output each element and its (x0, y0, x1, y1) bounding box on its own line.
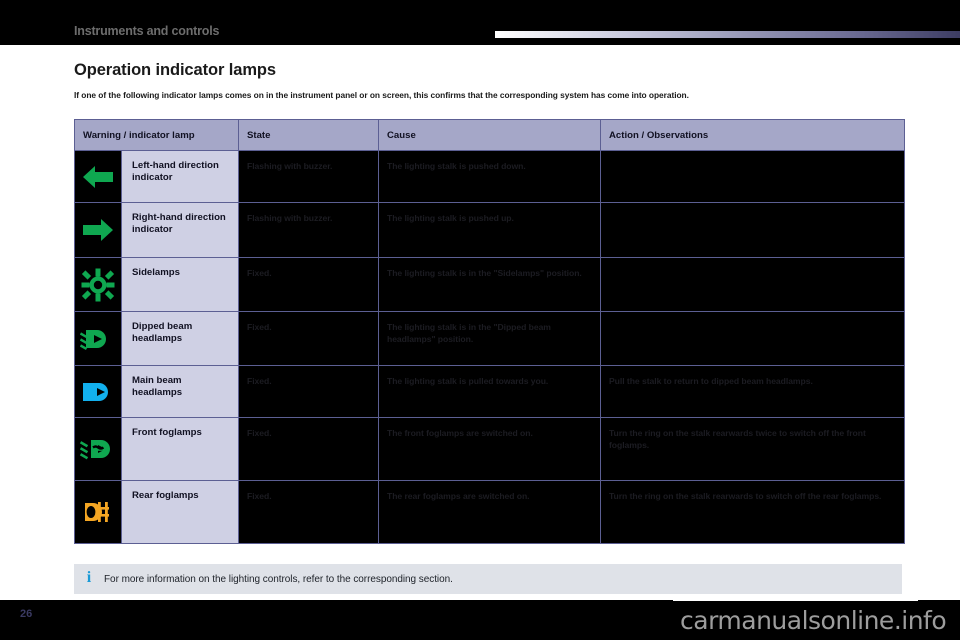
lamp-state: Fixed. (239, 418, 379, 481)
lamp-name: Left-hand direction indicator (122, 151, 239, 203)
lamp-action: Turn the ring on the stalk rearwards twi… (601, 418, 905, 481)
table-row: Main beam headlamps Fixed. The lighting … (75, 366, 905, 418)
lamp-name: Sidelamps (122, 258, 239, 312)
lamp-action (601, 312, 905, 366)
lamp-state: Flashing with buzzer. (239, 151, 379, 203)
table-row: Rear foglamps Fixed. The rear foglamps a… (75, 481, 905, 544)
lamp-state: Fixed. (239, 258, 379, 312)
lamp-cause: The rear foglamps are switched on. (379, 481, 601, 544)
indicator-lamps-table: Warning / indicator lamp State Cause Act… (74, 119, 905, 544)
manual-page: Instruments and controls Operation indic… (0, 0, 960, 640)
header-rule (495, 31, 960, 38)
lamp-name: Right-hand direction indicator (122, 203, 239, 258)
sidelamps-icon (75, 258, 122, 312)
lamp-action (601, 151, 905, 203)
page-subtitle: If one of the following indicator lamps … (74, 90, 904, 100)
lamp-state: Fixed. (239, 481, 379, 544)
lamp-cause: The front foglamps are switched on. (379, 418, 601, 481)
lamp-cause: The lighting stalk is pushed down. (379, 151, 601, 203)
column-header-action: Action / Observations (601, 120, 905, 151)
right-arrow-indicator-icon (75, 203, 122, 258)
column-header-cause: Cause (379, 120, 601, 151)
page-title: Operation indicator lamps (74, 61, 276, 80)
table-row: Left-hand direction indicator Flashing w… (75, 151, 905, 203)
page-number: 26 (20, 608, 32, 620)
left-arrow-indicator-icon (75, 151, 122, 203)
table-header-row: Warning / indicator lamp State Cause Act… (75, 120, 905, 151)
rear-foglamps-icon (75, 481, 122, 544)
table-row: Front foglamps Fixed. The front foglamps… (75, 418, 905, 481)
table-row: Dipped beam headlamps Fixed. The lightin… (75, 312, 905, 366)
main-beam-headlamps-icon (75, 366, 122, 418)
lamp-state: Flashing with buzzer. (239, 203, 379, 258)
lamp-cause: The lighting stalk is in the "Dipped bea… (379, 312, 601, 366)
info-note-bar: i For more information on the lighting c… (74, 564, 902, 594)
section-title: Instruments and controls (74, 24, 219, 38)
page-left-gutter (0, 45, 36, 600)
table-body: Left-hand direction indicator Flashing w… (75, 151, 905, 544)
info-icon: i (74, 570, 104, 588)
lamp-action: Turn the ring on the stalk rearwards to … (601, 481, 905, 544)
dipped-beam-headlamps-icon (75, 312, 122, 366)
watermark: carmanualsonline.info (680, 606, 946, 635)
table-row: Sidelamps Fixed. The lighting stalk is i… (75, 258, 905, 312)
column-header-lamp: Warning / indicator lamp (75, 120, 239, 151)
table-row: Right-hand direction indicator Flashing … (75, 203, 905, 258)
lamp-name: Dipped beam headlamps (122, 312, 239, 366)
lamp-cause: The lighting stalk is pulled towards you… (379, 366, 601, 418)
lamp-action (601, 203, 905, 258)
lamp-cause: The lighting stalk is in the "Sidelamps"… (379, 258, 601, 312)
column-header-state: State (239, 120, 379, 151)
lamp-name: Rear foglamps (122, 481, 239, 544)
lamp-action: Pull the stalk to return to dipped beam … (601, 366, 905, 418)
lamp-name: Main beam headlamps (122, 366, 239, 418)
info-note-text: For more information on the lighting con… (104, 574, 453, 585)
lamp-state: Fixed. (239, 312, 379, 366)
watermark-rule (673, 598, 918, 601)
page-header-band: Instruments and controls (0, 0, 960, 45)
front-foglamps-icon (75, 418, 122, 481)
lamp-action (601, 258, 905, 312)
lamp-cause: The lighting stalk is pushed up. (379, 203, 601, 258)
lamp-name: Front foglamps (122, 418, 239, 481)
lamp-state: Fixed. (239, 366, 379, 418)
